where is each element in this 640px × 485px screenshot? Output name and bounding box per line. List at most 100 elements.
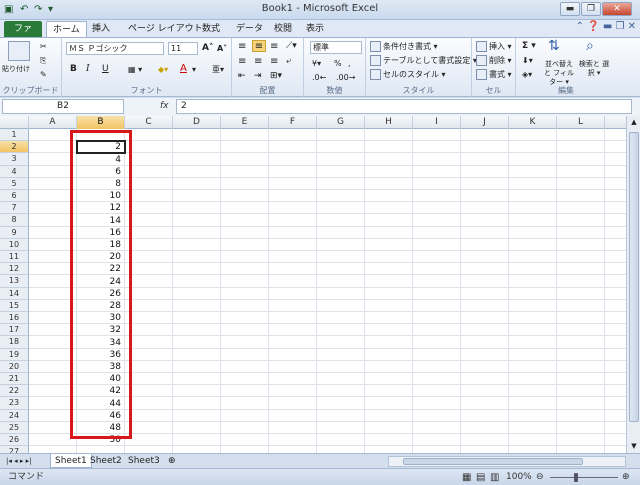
number-format-select[interactable]: 標準 [310,41,362,54]
align-bottom-icon[interactable]: ≡ [270,41,278,52]
sort-filter-icon[interactable]: ⇅ [548,39,560,53]
page-layout-view-icon[interactable]: ▤ [476,471,485,484]
scroll-down-icon[interactable]: ▼ [628,440,640,453]
doc-restore-icon[interactable]: ❐ [615,21,624,32]
tab-view[interactable]: 表示 [300,21,330,37]
column-header-i[interactable]: I [413,116,461,129]
shrink-font-icon[interactable]: A˅ [217,43,227,54]
bold-button[interactable]: B [70,64,77,75]
wrap-text-icon[interactable]: ⤶ [286,56,291,67]
orientation-icon[interactable]: ⟋▾ [286,41,297,52]
name-box[interactable]: B2 [2,99,124,114]
row-header-3[interactable]: 3 [0,153,29,166]
column-header-a[interactable]: A [29,116,77,129]
tab-file[interactable]: ファイル [4,21,42,50]
cell-styles-button[interactable]: セルのスタイル ▾ [370,69,446,80]
normal-view-icon[interactable]: ▦ [462,471,471,484]
font-name-select[interactable]: ＭＳ Ｐゴシック [66,42,164,55]
increase-decimal-icon[interactable]: .0← [312,72,326,83]
row-header-7[interactable]: 7 [0,202,29,215]
row-header-12[interactable]: 12 [0,263,29,276]
row-header-22[interactable]: 22 [0,385,29,398]
paste-button[interactable]: 貼り付け [2,64,30,75]
row-header-21[interactable]: 21 [0,373,29,386]
doc-close-icon[interactable]: ✕ [628,21,636,32]
format-cells-button[interactable]: 書式 ▾ [476,69,512,80]
tab-insert[interactable]: 挿入 [86,21,116,37]
scroll-thumb[interactable] [629,132,639,422]
page-break-view-icon[interactable]: ▥ [490,471,499,484]
column-header-g[interactable]: G [317,116,365,129]
row-header-25[interactable]: 25 [0,421,29,434]
formula-input[interactable]: 2 [176,99,632,114]
zoom-slider-track[interactable] [550,477,618,478]
zoom-out-icon[interactable]: ⊖ [536,471,544,484]
sheet-nav-icons[interactable]: |◂ ◂ ▸ ▸| [2,454,35,468]
scroll-up-icon[interactable]: ▲ [628,116,640,129]
align-middle-icon[interactable]: ≡ [252,40,266,52]
column-header-c[interactable]: C [125,116,173,129]
column-header-l[interactable]: L [557,116,605,129]
conditional-formatting-button[interactable]: 条件付き書式 ▾ [370,41,438,52]
row-header-20[interactable]: 20 [0,360,29,373]
fill-color-icon[interactable]: ◆▾ [158,64,168,75]
align-left-icon[interactable]: ≡ [238,56,246,67]
row-header-13[interactable]: 13 [0,275,29,288]
merge-center-icon[interactable]: ⊞▾ [270,71,282,82]
phonetic-icon[interactable]: 亜▾ [212,64,224,75]
insert-sheet-icon[interactable]: ⊕ [164,454,180,468]
percent-button[interactable]: % [334,58,342,69]
grow-font-icon[interactable]: A˄ [202,43,213,54]
font-color-dropdown-icon[interactable]: ▾ [192,64,196,75]
decrease-decimal-icon[interactable]: .00→ [336,72,355,83]
clear-icon[interactable]: ◈▾ [522,69,532,80]
paste-icon[interactable] [8,41,30,61]
column-header-d[interactable]: D [173,116,221,129]
vertical-scrollbar[interactable]: ▲ ▼ [626,116,640,453]
minimize-ribbon-icon[interactable]: ⌃ [576,21,584,32]
column-header-e[interactable]: E [221,116,269,129]
row-header-6[interactable]: 6 [0,190,29,203]
select-all-corner[interactable] [0,116,29,129]
row-header-17[interactable]: 17 [0,324,29,337]
row-header-26[interactable]: 26 [0,434,29,447]
borders-icon[interactable]: ▦ ▾ [128,64,142,75]
format-as-table-button[interactable]: テーブルとして書式設定 ▾ [370,55,477,66]
cut-icon[interactable]: ✂ [40,41,47,52]
row-header-9[interactable]: 9 [0,226,29,239]
find-select-button[interactable]: 検索と 選択 ▾ [578,60,610,78]
hscroll-thumb[interactable] [403,458,583,465]
autosum-button[interactable]: Σ ▾ [522,41,536,52]
align-top-icon[interactable]: ≡ [238,41,246,52]
column-header-k[interactable]: K [509,116,557,129]
row-header-23[interactable]: 23 [0,397,29,410]
column-header-f[interactable]: F [269,116,317,129]
column-header-b[interactable]: B [77,116,125,129]
row-header-14[interactable]: 14 [0,287,29,300]
find-select-icon[interactable]: ⌕ [586,39,594,53]
align-center-icon[interactable]: ≡ [254,56,262,67]
zoom-slider-thumb[interactable] [574,473,578,482]
zoom-level[interactable]: 100% [506,471,532,484]
decrease-indent-icon[interactable]: ⇤ [238,71,246,82]
column-header-j[interactable]: J [461,116,509,129]
close-button[interactable]: ✕ [602,2,632,16]
insert-cells-button[interactable]: 挿入 ▾ [476,41,512,52]
row-header-18[interactable]: 18 [0,336,29,349]
row-header-2[interactable]: 2 [0,141,29,154]
tab-review[interactable]: 校閲 [268,21,298,37]
horizontal-scrollbar[interactable] [388,456,626,467]
worksheet-grid[interactable]: ABCDEFGHIJKL 1 2 3 4 5 6 7 8 9 10 11 12 13 14 15 16 17 18… [0,116,626,453]
align-right-icon[interactable]: ≡ [270,56,278,67]
delete-cells-button[interactable]: 削除 ▾ [476,55,512,66]
font-color-icon[interactable]: A [180,63,187,74]
font-size-select[interactable]: 11 [168,42,198,55]
doc-minimize-icon[interactable]: ▬ [603,21,612,32]
tab-formulas[interactable]: 数式 [196,21,226,37]
row-header-15[interactable]: 15 [0,299,29,312]
sort-filter-button[interactable]: 並べ替えと フィルター ▾ [542,60,576,87]
comma-button[interactable]: , [348,58,351,69]
tab-home[interactable]: ホーム [46,21,87,37]
insert-function-button[interactable]: fx [160,99,169,114]
fill-icon[interactable]: ⬇▾ [522,55,533,66]
